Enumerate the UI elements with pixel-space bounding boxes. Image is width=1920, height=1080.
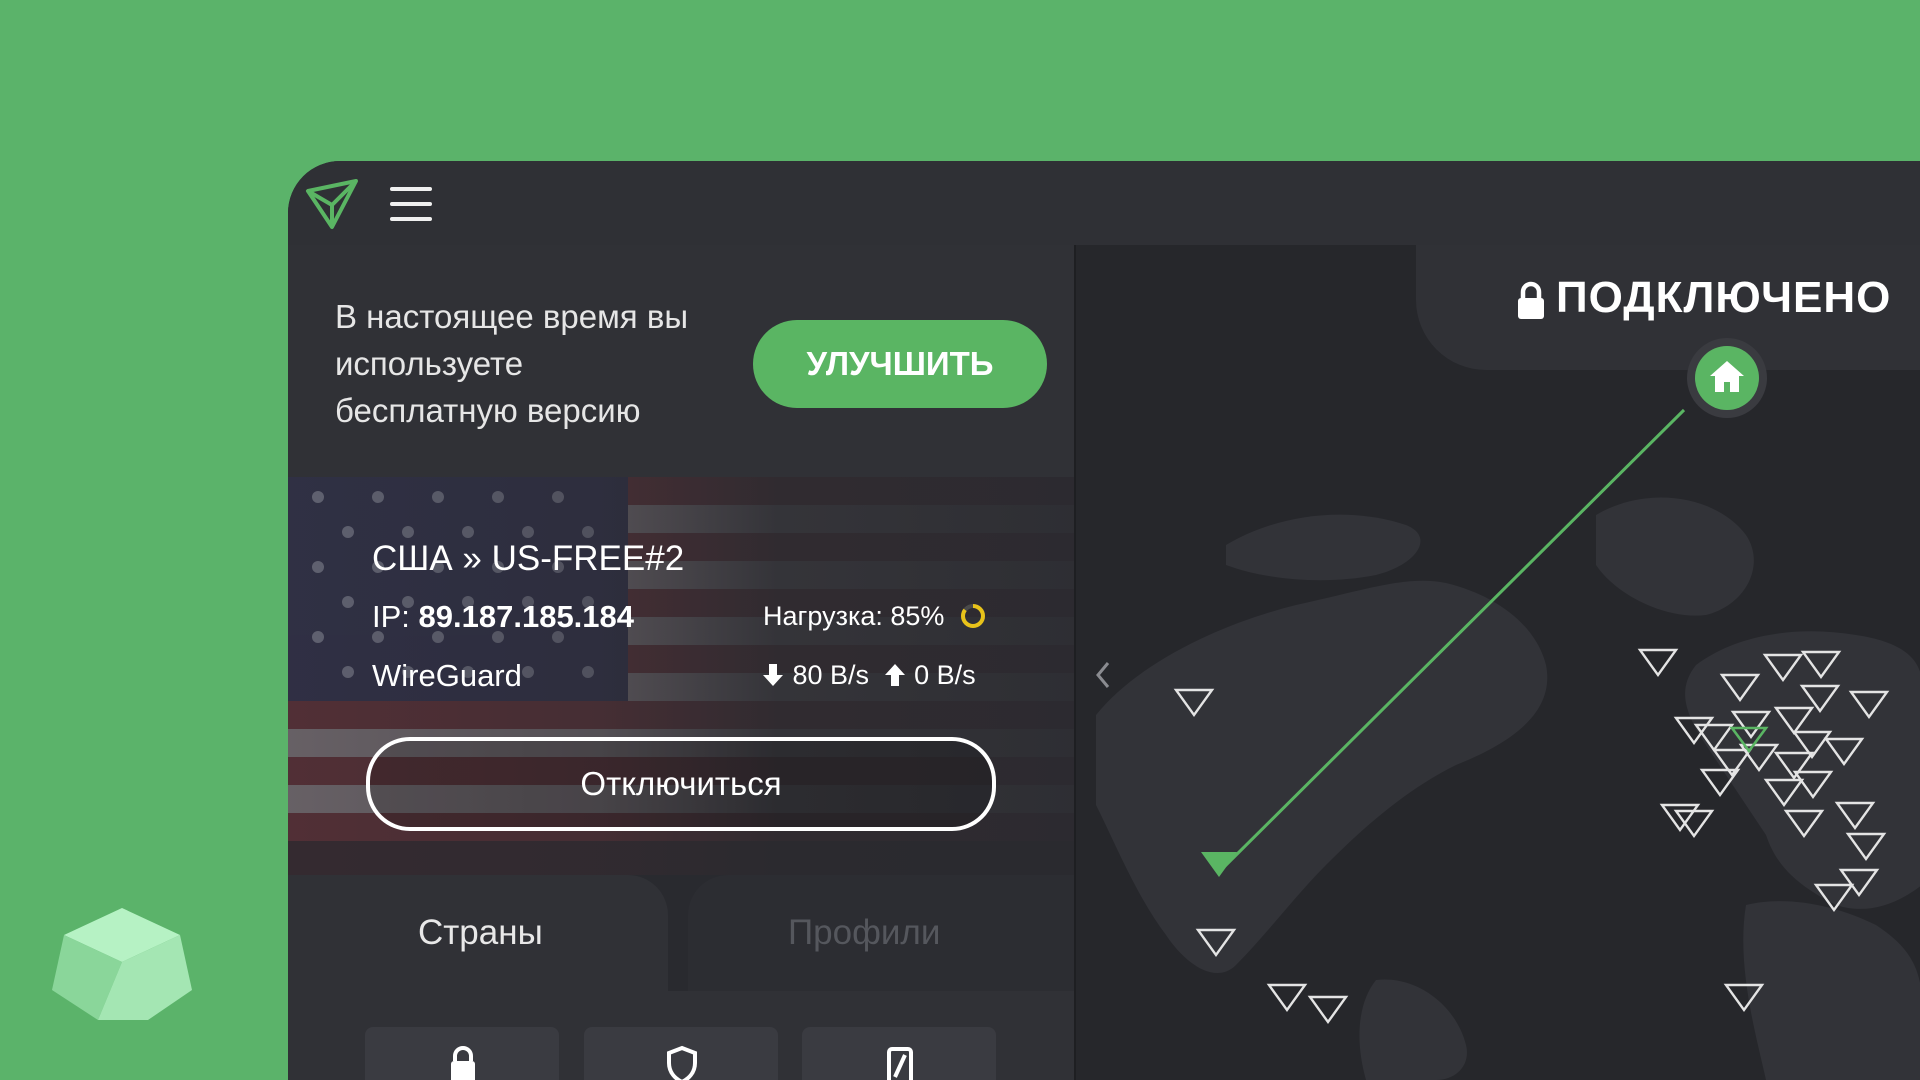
disconnect-button[interactable]: Отключиться: [366, 737, 996, 831]
shield-icon: [667, 1045, 697, 1080]
tor-icon: [887, 1047, 913, 1080]
feature-filters: [288, 991, 1074, 1080]
ip-value: 89.187.185.184: [418, 599, 635, 634]
upload-speed: 0 B/s: [914, 660, 976, 690]
ip-address: IP: 89.187.185.184: [372, 599, 634, 635]
arrow-down-icon: [763, 663, 783, 686]
tab-profiles[interactable]: Профили: [788, 913, 940, 953]
tab-countries[interactable]: Страны: [418, 913, 543, 953]
download-speed: 80 B/s: [792, 660, 870, 690]
menu-icon[interactable]: [390, 187, 432, 221]
arrow-up-icon: [884, 663, 905, 686]
server-load: Нагрузка: 85%: [763, 601, 986, 632]
lock-icon: [451, 1046, 475, 1080]
netshield-filter-button[interactable]: [584, 1027, 778, 1080]
server-name: США » US-FREE#2: [372, 539, 685, 578]
protocol-name: WireGuard: [372, 658, 522, 693]
cube-logo: [52, 908, 192, 1020]
title-bar: [288, 161, 1920, 245]
world-map[interactable]: ПОДКЛЮЧЕНО: [1074, 245, 1920, 1080]
vpn-logo-icon: [306, 179, 358, 229]
free-version-message: В настоящее время вы используете бесплат…: [335, 298, 689, 429]
load-indicator-icon: [960, 603, 985, 628]
home-icon: [1710, 361, 1744, 392]
home-node-inner: [1695, 346, 1759, 410]
map-continents: [1096, 408, 1920, 1080]
chevron-left-icon[interactable]: [1082, 645, 1122, 705]
tor-filter-button[interactable]: [802, 1027, 996, 1080]
ip-label: IP:: [372, 599, 410, 634]
load-label: Нагрузка: 85%: [763, 601, 945, 631]
traffic-speed: 80 B/s 0 B/s: [761, 660, 976, 691]
sidebar: В настоящее время вы используете бесплат…: [288, 245, 1074, 1080]
server-tabs: Страны Профили: [288, 875, 1074, 1080]
secure-core-filter-button[interactable]: [365, 1027, 559, 1080]
connection-status: ПОДКЛЮЧЕНО: [1556, 273, 1892, 322]
lock-icon: [1518, 281, 1544, 319]
vpn-app-window: В настоящее время вы используете бесплат…: [288, 161, 1920, 1080]
upgrade-button[interactable]: УЛУЧШИТЬ: [753, 320, 1047, 408]
upgrade-banner: В настоящее время вы используете бесплат…: [288, 245, 1074, 477]
home-node[interactable]: [1687, 338, 1767, 418]
connection-card: США » US-FREE#2 IP: 89.187.185.184 Нагру…: [288, 477, 1074, 875]
